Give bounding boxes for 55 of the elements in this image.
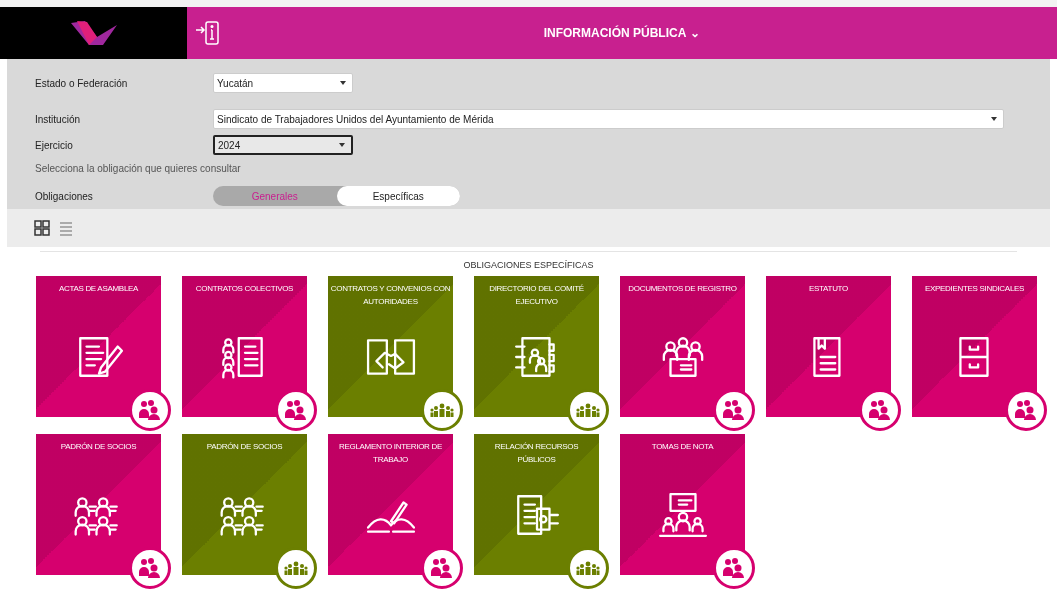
caret-icon (339, 143, 345, 147)
obligation-card[interactable]: TOMAS DE NOTA (620, 434, 745, 575)
card-title: TOMAS DE NOTA (651, 441, 714, 453)
hint-text: Selecciona la obligación que quieres consultar (35, 163, 242, 175)
obligation-card[interactable]: REGLAMENTO INTERIOR DE TRABAJO (328, 434, 453, 575)
crowd-icon (430, 403, 454, 417)
caret-icon (340, 81, 346, 85)
obligation-card[interactable]: RELACIÓN RECURSOS PÚBLICOS (474, 434, 599, 575)
caret-icon (991, 117, 997, 121)
obligation-card[interactable]: CONTRATOS Y CONVENIOS CON AUTORIDADES (328, 276, 453, 417)
crowd-icon (576, 561, 600, 575)
people-icon (138, 398, 162, 422)
obligation-card[interactable]: ESTATUTO (766, 276, 891, 417)
crowd-icon (576, 403, 600, 417)
card-title: CONTRATOS Y CONVENIOS CON AUTORIDADES (330, 283, 451, 308)
obligation-card[interactable]: PADRÓN DE SOCIOS (36, 434, 161, 575)
select-field[interactable]: Sindicato de Trabajadores Unidos del Ayuntamiento de Mérida (213, 109, 1004, 129)
obligation-card[interactable]: ACTAS DE ASAMBLEA (36, 276, 161, 417)
people-icon (138, 556, 162, 580)
people-icon (722, 556, 746, 580)
obligation-card[interactable]: EXPEDIENTES SINDICALES (912, 276, 1037, 417)
card-title: ESTATUTO (809, 283, 848, 295)
people-icon (1014, 398, 1038, 422)
obligation-card[interactable]: CONTRATOS COLECTIVOS (182, 276, 307, 417)
field-label: Ejercicio (35, 139, 74, 151)
select-field[interactable]: 2024 (213, 135, 353, 155)
people-icon (722, 398, 746, 422)
grid-view-button[interactable] (33, 219, 51, 237)
toggle-option[interactable]: Específicas (336, 186, 460, 206)
people-icon (430, 556, 454, 580)
card-title: EXPEDIENTES SINDICALES (924, 283, 1025, 295)
card-title: PADRÓN DE SOCIOS (206, 441, 283, 453)
select-field[interactable]: Yucatán (213, 73, 353, 93)
crowd-icon (284, 561, 308, 575)
obligation-card[interactable]: DOCUMENTOS DE REGISTRO (620, 276, 745, 417)
field-label: Estado o Federación (35, 77, 129, 89)
list-view-button[interactable] (57, 219, 75, 237)
card-title: REGLAMENTO INTERIOR DE TRABAJO (337, 441, 443, 466)
obligation-card[interactable]: PADRÓN DE SOCIOS (182, 434, 307, 575)
card-title: DOCUMENTOS DE REGISTRO (628, 283, 737, 295)
card-title: PADRÓN DE SOCIOS (60, 441, 137, 453)
header-title[interactable]: INFORMACIÓN PÚBLICA (543, 26, 687, 40)
obligation-card[interactable]: DIRECTORIO DEL COMITÉ EJECUTIVO (474, 276, 599, 417)
people-icon (284, 398, 308, 422)
info-icon (194, 20, 220, 46)
card-title: RELACIÓN RECURSOS PÚBLICOS (493, 441, 580, 466)
field-label: Obligaciones (35, 190, 94, 202)
people-icon (868, 398, 892, 422)
logo-icon (68, 19, 119, 47)
card-title: ACTAS DE ASAMBLEA (58, 283, 139, 295)
section-title: OBLIGACIONES ESPECÍFICAS (40, 251, 1017, 271)
caret-icon[interactable]: ⌄ (690, 26, 701, 40)
card-title: CONTRATOS COLECTIVOS (195, 283, 294, 295)
field-label: Institución (35, 113, 82, 125)
card-title: DIRECTORIO DEL COMITÉ EJECUTIVO (488, 283, 585, 308)
